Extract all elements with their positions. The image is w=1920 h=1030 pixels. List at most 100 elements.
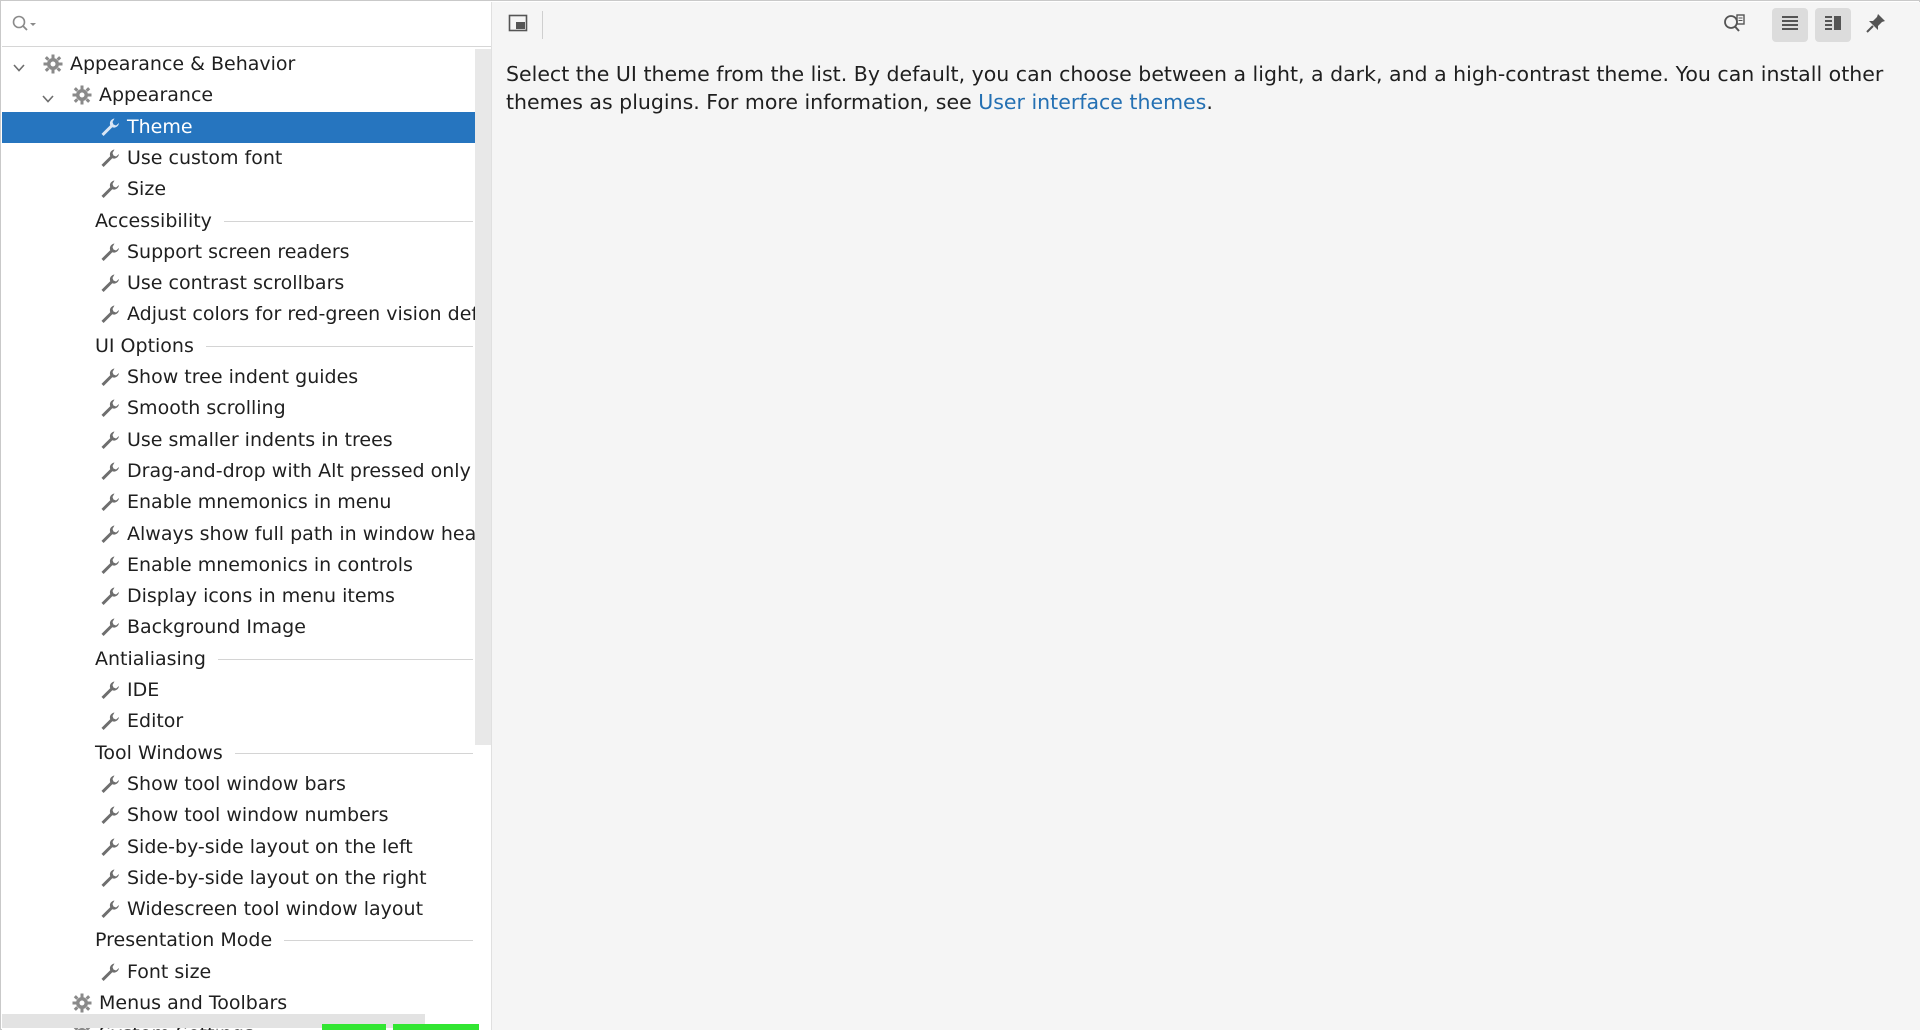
section-divider — [218, 658, 473, 660]
tree-option[interactable]: Enable mnemonics in controls — [2, 550, 491, 581]
tree-option[interactable]: Show tree indent guides — [2, 362, 491, 393]
option-wrench-icon — [99, 397, 121, 419]
user-interface-themes-link[interactable]: User interface themes — [978, 90, 1206, 114]
tree-section: Presentation Mode — [2, 925, 491, 956]
section-title: Accessibility — [95, 209, 212, 232]
tree-option[interactable]: Side-by-side layout on the left — [2, 832, 491, 863]
highlight-marker — [393, 1024, 479, 1030]
option-wrench-icon — [99, 460, 121, 482]
option-wrench-icon — [99, 523, 121, 545]
tree-item-label: Show tree indent guides — [127, 366, 359, 388]
tree-item-label: Smooth scrolling — [127, 397, 286, 420]
tree-item-label: Always show full path in window header — [127, 522, 491, 545]
option-wrench-icon — [99, 429, 121, 451]
pin-button[interactable] — [1858, 8, 1894, 42]
section-divider — [235, 752, 473, 754]
description-trailing: . — [1206, 90, 1213, 114]
option-wrench-icon — [99, 366, 121, 388]
settings-tree-pane: Appearance & Behavior Appearance Theme Use … — [2, 2, 491, 1030]
option-wrench-icon — [99, 616, 121, 638]
list-view-button[interactable] — [1772, 8, 1808, 42]
tree-option[interactable]: Enable mnemonics in menu — [2, 487, 491, 518]
tree-option[interactable]: Always show full path in window header — [2, 519, 491, 550]
tree-item-label: Menus and Toolbars — [99, 992, 288, 1014]
tree-item-label: Widescreen tool window layout — [127, 898, 424, 921]
search-icon[interactable] — [11, 14, 39, 34]
section-title: Antialiasing — [95, 647, 206, 670]
tree-section: Tool Windows — [2, 738, 491, 769]
tree-item-label: Show tool window bars — [127, 772, 346, 795]
option-wrench-icon — [99, 303, 121, 325]
section-title: Tool Windows — [95, 741, 223, 764]
tree-item-label: Show tool window numbers — [127, 804, 389, 827]
tree-option-0[interactable]: Theme — [2, 111, 491, 143]
chevron-down-icon[interactable] — [12, 58, 26, 72]
section-title: Presentation Mode — [95, 929, 273, 952]
option-wrench-icon — [99, 147, 121, 169]
tree-option[interactable]: Display icons in menu items — [2, 581, 491, 612]
tree-item-label: Side-by-side layout on the left — [127, 835, 413, 858]
option-wrench-icon — [99, 116, 121, 138]
settings-window: Appearance & Behavior Appearance Theme Use … — [0, 0, 1920, 1030]
tree-vertical-scrollbar[interactable] — [475, 49, 491, 745]
tree-option[interactable]: Smooth scrolling — [2, 393, 491, 424]
option-wrench-icon — [99, 241, 121, 263]
option-wrench-icon — [99, 554, 121, 576]
settings-gear-icon — [71, 84, 93, 106]
tree-option[interactable]: Widescreen tool window layout — [2, 894, 491, 925]
tree-item-label: Appearance — [99, 84, 214, 107]
tree-option-1[interactable]: Use custom font — [2, 143, 491, 174]
tree-option[interactable]: Show tool window numbers — [2, 800, 491, 831]
option-wrench-icon — [99, 585, 121, 607]
tree-option[interactable]: Side-by-side layout on the right — [2, 863, 491, 894]
option-wrench-icon — [99, 961, 121, 983]
tree-item-label: Background Image — [127, 616, 306, 639]
option-wrench-icon — [99, 867, 121, 889]
tree-option[interactable]: Adjust colors for red-green vision defic… — [2, 299, 491, 330]
toolbar-separator — [542, 11, 543, 39]
help-description: Select the UI theme from the list. By de… — [506, 60, 1906, 116]
section-divider — [284, 940, 473, 942]
settings-gear-icon — [71, 992, 93, 1014]
option-wrench-icon — [99, 272, 121, 294]
tree-section: Accessibility — [2, 206, 491, 237]
preview-window-icon — [508, 13, 528, 37]
option-wrench-icon — [99, 836, 121, 858]
tree-option-2[interactable]: Size — [2, 174, 491, 205]
tree-item-appearance[interactable]: Appearance — [2, 80, 491, 111]
option-wrench-icon — [99, 679, 121, 701]
chevron-down-icon[interactable] — [41, 89, 55, 103]
option-wrench-icon — [99, 710, 121, 732]
tree-option[interactable]: Editor — [2, 706, 491, 737]
option-wrench-icon — [99, 804, 121, 826]
tree-item-label: Adjust colors for red-green vision defic… — [127, 303, 491, 326]
tree-option[interactable]: IDE — [2, 675, 491, 706]
tree-option[interactable]: Show tool window bars — [2, 769, 491, 800]
tree-option[interactable]: Use contrast scrollbars — [2, 268, 491, 299]
tree-item-label: Display icons in menu items — [127, 585, 395, 608]
tree-item-label: Use smaller indents in trees — [127, 428, 393, 451]
tree-item-label: Support screen readers — [127, 240, 350, 263]
list-view-icon — [1780, 13, 1800, 37]
tree-item-label: Size — [127, 178, 167, 201]
tree-item-label: Theme — [127, 115, 193, 138]
option-wrench-icon — [99, 773, 121, 795]
settings-tree: Appearance & Behavior Appearance Theme Use … — [2, 49, 491, 1030]
split-view-button[interactable] — [1815, 8, 1851, 42]
tree-item-appearance-behavior[interactable]: Appearance & Behavior — [2, 49, 491, 80]
preview-window-button[interactable] — [500, 8, 536, 42]
tree-option[interactable]: Font size — [2, 957, 491, 988]
tree-section: Antialiasing — [2, 644, 491, 675]
tree-option[interactable]: Background Image — [2, 612, 491, 643]
tree-item-label: Side-by-side layout on the right — [127, 866, 427, 889]
search-bar[interactable] — [2, 2, 491, 47]
tree-option[interactable]: Use smaller indents in trees — [2, 425, 491, 456]
help-toolbar — [492, 2, 1920, 47]
find-in-help-button[interactable] — [1716, 8, 1752, 42]
tree-item-label: Use custom font — [127, 146, 283, 169]
tree-option[interactable]: Support screen readers — [2, 237, 491, 268]
pin-icon — [1865, 12, 1887, 38]
tree-option[interactable]: Drag-and-drop with Alt pressed only — [2, 456, 491, 487]
highlight-marker — [322, 1024, 386, 1030]
option-wrench-icon — [99, 898, 121, 920]
